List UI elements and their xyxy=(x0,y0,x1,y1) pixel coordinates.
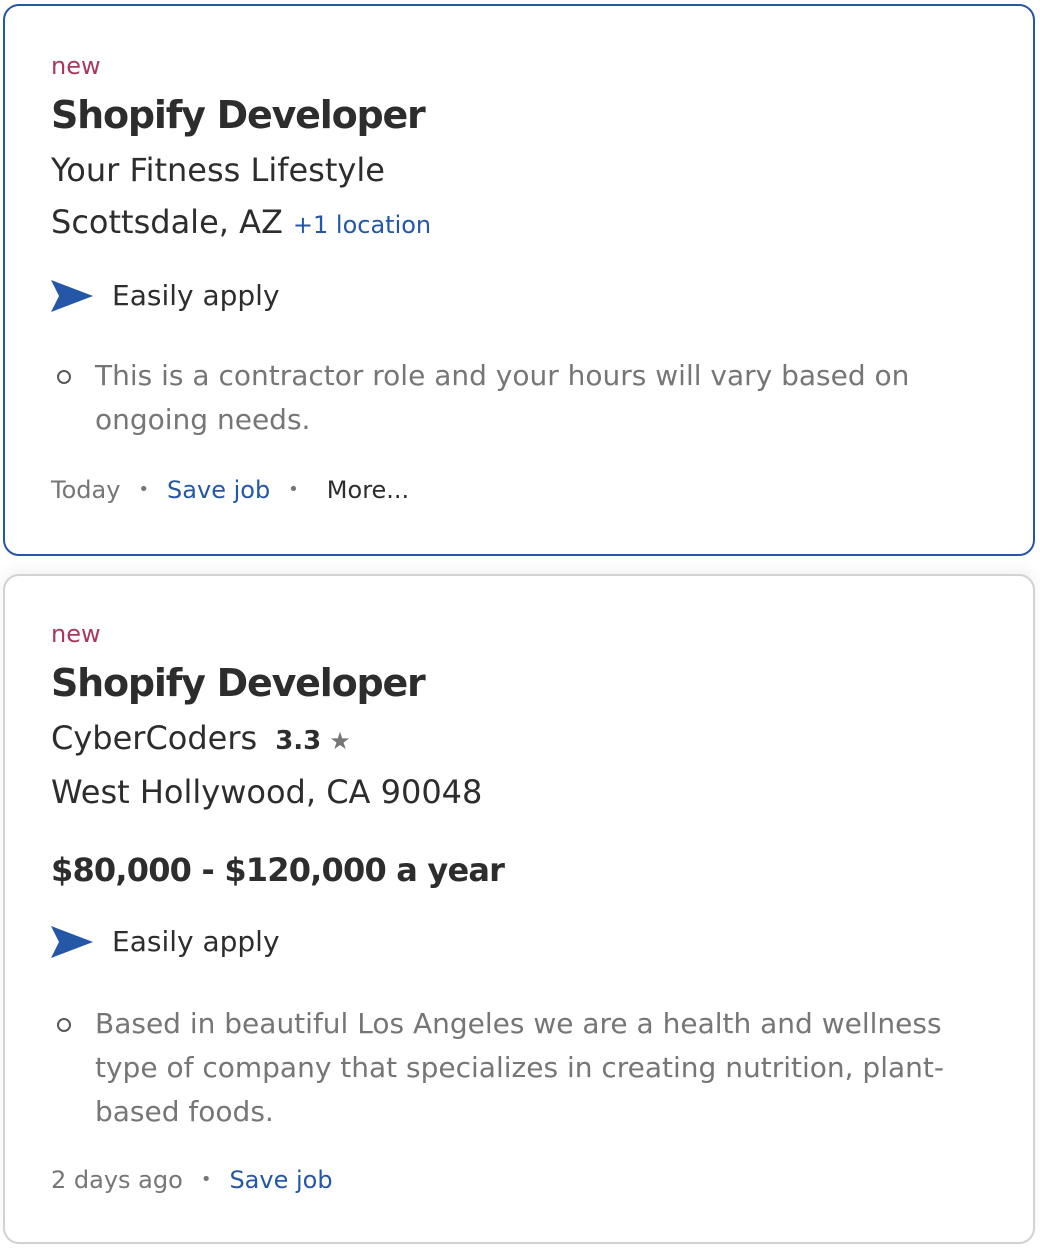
company-name: CyberCoders xyxy=(51,719,258,757)
separator-dot: • xyxy=(138,479,150,500)
bullet-icon xyxy=(57,370,71,384)
send-icon xyxy=(51,280,93,312)
job-footer: 2 days ago • Save job xyxy=(51,1168,333,1192)
job-card[interactable]: new Shopify Developer Your Fitness Lifes… xyxy=(3,4,1035,556)
posted-date: Today xyxy=(51,476,121,504)
company-name: Your Fitness Lifestyle xyxy=(51,151,385,189)
company-rating: 3.3 xyxy=(275,726,322,756)
new-badge: new xyxy=(51,52,101,80)
job-title[interactable]: Shopify Developer xyxy=(51,96,426,134)
extra-locations-link[interactable]: +1 location xyxy=(293,213,431,237)
star-icon: ★ xyxy=(329,727,351,755)
company-row: CyberCoders 3.3 ★ xyxy=(51,722,351,754)
more-link[interactable]: More... xyxy=(327,478,409,502)
easily-apply-label: Easily apply xyxy=(112,925,280,958)
job-location: West Hollywood, CA 90048 xyxy=(51,773,483,811)
separator-dot: • xyxy=(288,479,299,500)
save-job-link[interactable]: Save job xyxy=(167,478,270,502)
job-snippet: This is a contractor role and your hours… xyxy=(95,359,910,436)
job-title[interactable]: Shopify Developer xyxy=(51,664,426,702)
separator-dot: • xyxy=(200,1169,212,1190)
new-badge: new xyxy=(51,620,101,648)
job-footer: Today • Save job • More... xyxy=(51,478,409,502)
posted-date: 2 days ago xyxy=(51,1166,183,1194)
save-job-link[interactable]: Save job xyxy=(229,1168,332,1192)
job-location-row: Scottsdale, AZ +1 location xyxy=(51,206,431,238)
job-location: Scottsdale, AZ xyxy=(51,203,283,241)
job-snippet: Based in beautiful Los Angeles we are a … xyxy=(95,1007,944,1128)
bullet-icon xyxy=(57,1018,71,1032)
send-icon xyxy=(51,926,93,958)
easily-apply-label: Easily apply xyxy=(112,279,280,312)
salary: $80,000 - $120,000 a year xyxy=(51,851,505,889)
job-card[interactable]: new Shopify Developer CyberCoders 3.3 ★ … xyxy=(3,574,1035,1244)
